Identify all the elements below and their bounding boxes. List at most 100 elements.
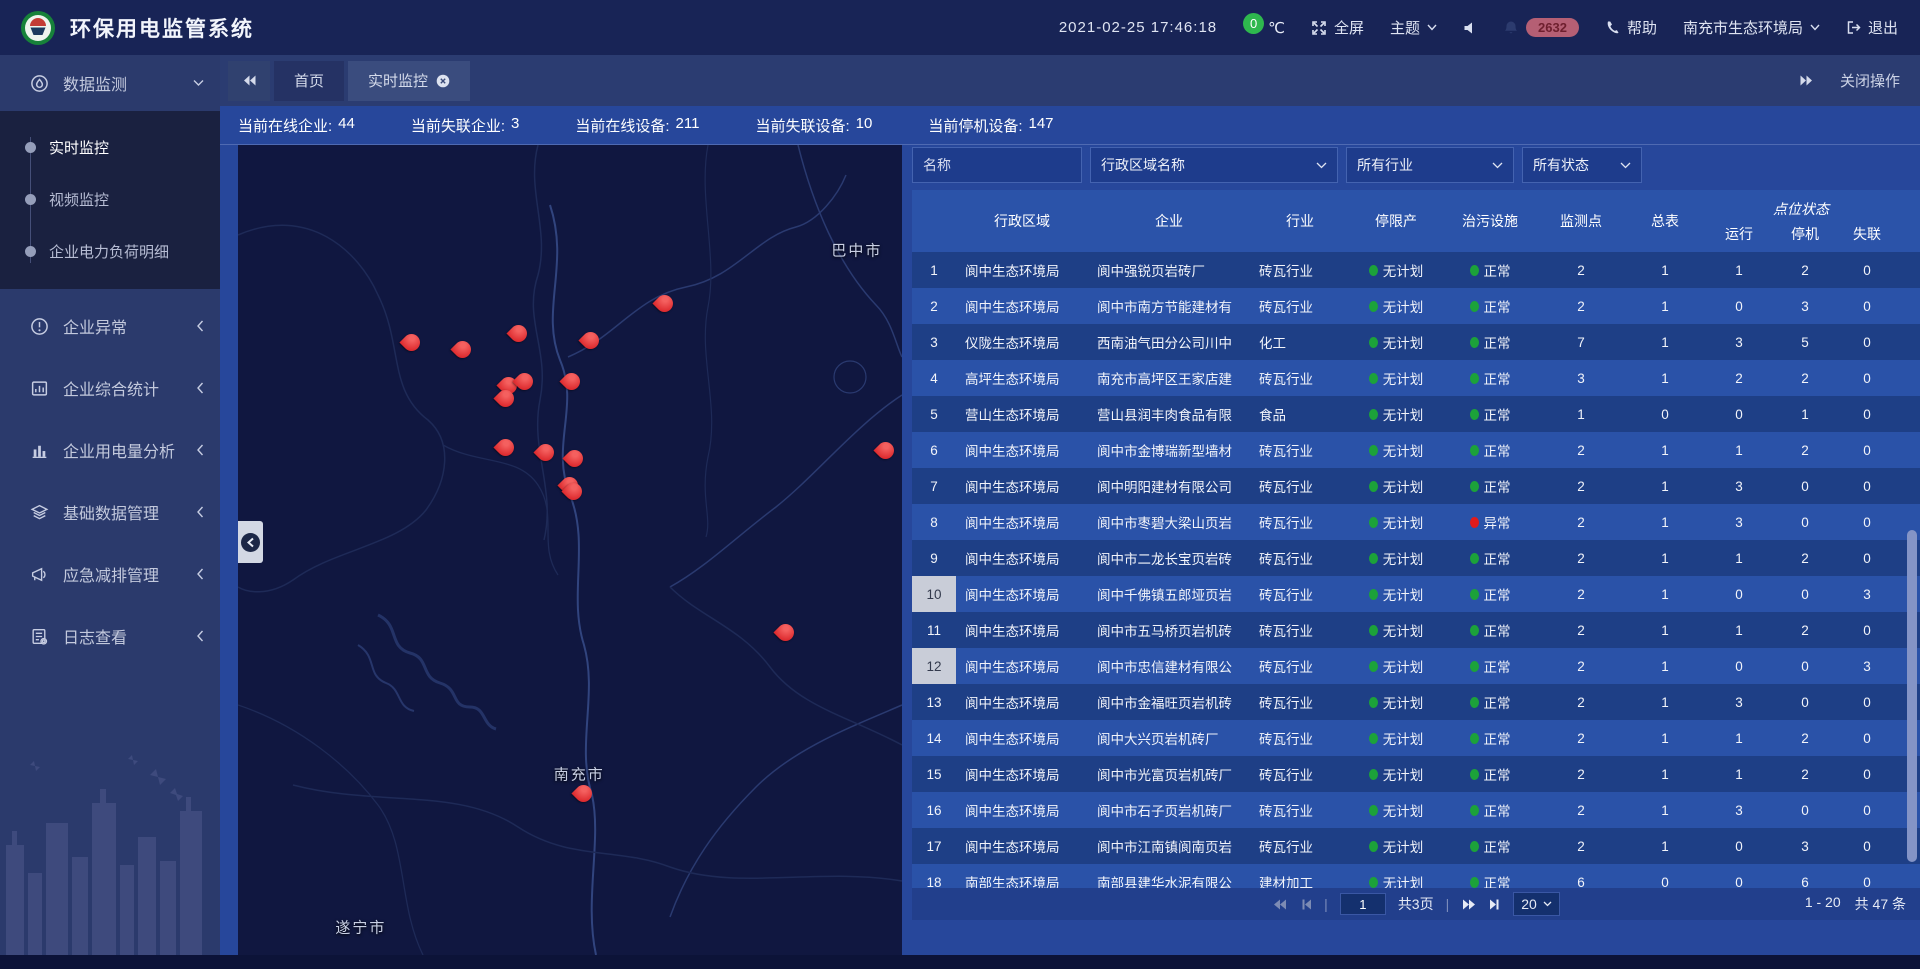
name-search-input[interactable] xyxy=(912,147,1082,183)
table-row[interactable]: 11 阆中生态环境局 阆中市五马桥页岩机砖 砖瓦行业 无计划 正常 2 1 1 … xyxy=(912,612,1920,648)
map-marker[interactable] xyxy=(582,332,599,356)
page-number-input[interactable] xyxy=(1340,893,1386,915)
sidebar-item-enterprise-statistics[interactable]: 企业综合统计 xyxy=(0,357,220,419)
notifications-button[interactable]: 2632 xyxy=(1503,18,1579,37)
sidebar-item-base-data-management[interactable]: 基础数据管理 xyxy=(0,481,220,543)
map-marker[interactable] xyxy=(510,325,527,349)
help-button[interactable]: 帮助 xyxy=(1605,17,1657,38)
filter-bar: 行政区域名称 所有行业 所有状态 xyxy=(912,145,1920,185)
next-page-button[interactable] xyxy=(1461,898,1477,911)
map-marker[interactable] xyxy=(565,483,582,507)
tab-realtime-monitoring[interactable]: 实时监控 xyxy=(348,61,470,101)
table-row[interactable]: 16 阆中生态环境局 阆中市石子页岩机砖厂 砖瓦行业 无计划 正常 2 1 3 … xyxy=(912,792,1920,828)
sidebar-item-emergency-reduction[interactable]: 应急减排管理 xyxy=(0,543,220,605)
map-city-label: 南充市 xyxy=(554,764,605,785)
monitor-points-cell: 2 xyxy=(1538,504,1624,540)
stopped-count-cell: 0 xyxy=(1772,684,1838,720)
lost-count-cell: 0 xyxy=(1838,396,1896,432)
map-pin-icon xyxy=(562,446,586,470)
stat-value: 44 xyxy=(338,115,355,136)
table-row[interactable]: 5 营山生态环境局 营山县润丰肉食品有限 食品 无计划 正常 1 0 0 1 0 xyxy=(912,396,1920,432)
map-marker[interactable] xyxy=(656,295,673,319)
sidebar-item-power-usage-analysis[interactable]: 企业用电量分析 xyxy=(0,419,220,481)
table-row[interactable]: 18 南部生态环境局 南部县建华水泥有限公 建材加工 无计划 正常 6 0 0 … xyxy=(912,864,1920,888)
row-number-cell: 1 xyxy=(912,252,956,288)
industry-filter-select[interactable]: 所有行业 xyxy=(1346,147,1514,183)
table-row[interactable]: 4 高坪生态环境局 南充市高坪区王家店建 砖瓦行业 无计划 正常 3 1 2 2… xyxy=(912,360,1920,396)
stopped-count-cell: 0 xyxy=(1772,468,1838,504)
map-marker[interactable] xyxy=(497,439,514,463)
company-cell: 西南油气田分公司川中 xyxy=(1088,324,1250,360)
map-canvas[interactable]: 巴中市南充市遂宁市 xyxy=(238,145,902,955)
app-header: 环保用电监管系统 2021-02-25 17:46:18 0 ℃ 全屏 主题 xyxy=(0,0,1920,55)
table-row[interactable]: 9 阆中生态环境局 阆中市二龙长宝页岩砖 砖瓦行业 无计划 正常 2 1 1 2… xyxy=(912,540,1920,576)
table-row[interactable]: 2 阆中生态环境局 阆中市南方节能建材有 砖瓦行业 无计划 正常 2 1 0 3… xyxy=(912,288,1920,324)
table-row[interactable]: 14 阆中生态环境局 阆中大兴页岩机砖厂 砖瓦行业 无计划 正常 2 1 1 2… xyxy=(912,720,1920,756)
gutter-cell xyxy=(1896,468,1920,504)
double-chevron-right-icon[interactable] xyxy=(1799,74,1814,87)
table-row[interactable]: 12 阆中生态环境局 阆中市忠信建材有限公 砖瓦行业 无计划 正常 2 1 0 … xyxy=(912,648,1920,684)
row-number-cell: 12 xyxy=(912,648,956,684)
sidebar-item-realtime-monitoring[interactable]: 实时监控 xyxy=(0,121,220,173)
map-marker[interactable] xyxy=(777,624,794,648)
chevron-left-icon xyxy=(196,320,204,332)
table-row[interactable]: 17 阆中生态环境局 阆中市江南镇阆南页岩 砖瓦行业 无计划 正常 2 1 0 … xyxy=(912,828,1920,864)
map-marker[interactable] xyxy=(454,341,471,365)
sidebar-item-enterprise-abnormal[interactable]: 企业异常 xyxy=(0,295,220,357)
prev-page-button[interactable] xyxy=(1300,898,1312,911)
page-size-select[interactable]: 20 xyxy=(1513,892,1560,916)
company-cell: 阆中市枣碧大梁山页岩 xyxy=(1088,504,1250,540)
table-row[interactable]: 8 阆中生态环境局 阆中市枣碧大梁山页岩 砖瓦行业 无计划 异常 2 1 3 0… xyxy=(912,504,1920,540)
theme-menu[interactable]: 主题 xyxy=(1390,17,1437,38)
sidebar-item-video-monitoring[interactable]: 视频监控 xyxy=(0,173,220,225)
map-marker[interactable] xyxy=(566,450,583,474)
treatment-status-cell: 正常 xyxy=(1442,468,1538,504)
map-marker[interactable] xyxy=(537,444,554,468)
treatment-status-cell: 正常 xyxy=(1442,288,1538,324)
tabs-scroll-left-button[interactable] xyxy=(228,61,270,101)
map-marker[interactable] xyxy=(497,390,514,414)
map-collapse-button[interactable] xyxy=(238,521,263,563)
column-header-no xyxy=(912,190,956,252)
fullscreen-label: 全屏 xyxy=(1334,17,1364,38)
sidebar-item-data-monitoring[interactable]: 数据监测 xyxy=(0,55,220,111)
stopped-count-cell: 2 xyxy=(1772,720,1838,756)
table-row[interactable]: 13 阆中生态环境局 阆中市金福旺页岩机砖 砖瓦行业 无计划 正常 2 1 3 … xyxy=(912,684,1920,720)
sidebar-item-power-load-detail[interactable]: 企业电力负荷明细 xyxy=(0,225,220,277)
table-scrollbar-thumb[interactable] xyxy=(1907,530,1917,862)
map-marker[interactable] xyxy=(575,785,592,809)
temperature-indicator: 0 ℃ xyxy=(1243,19,1285,37)
status-dot-icon xyxy=(1470,625,1479,636)
map-marker[interactable] xyxy=(403,334,420,358)
map-pin-icon xyxy=(559,369,583,393)
status-dot-icon xyxy=(1470,373,1479,384)
limit-production-cell: 无计划 xyxy=(1350,504,1442,540)
tab-home[interactable]: 首页 xyxy=(274,61,344,101)
status-filter-select[interactable]: 所有状态 xyxy=(1522,147,1642,183)
last-page-button[interactable] xyxy=(1489,898,1501,911)
table-row[interactable]: 10 阆中生态环境局 阆中千佛镇五郎垭页岩 砖瓦行业 无计划 正常 2 1 0 … xyxy=(912,576,1920,612)
region-filter-select[interactable]: 行政区域名称 xyxy=(1090,147,1338,183)
first-page-button[interactable] xyxy=(1272,898,1288,911)
table-row[interactable]: 6 阆中生态环境局 阆中市金博瑞新型墙材 砖瓦行业 无计划 正常 2 1 1 2… xyxy=(912,432,1920,468)
close-operations-button[interactable]: 关闭操作 xyxy=(1840,70,1900,91)
map-marker[interactable] xyxy=(877,442,894,466)
total-meter-cell: 0 xyxy=(1624,396,1706,432)
running-count-cell: 0 xyxy=(1706,576,1772,612)
table-row[interactable]: 7 阆中生态环境局 阆中明阳建材有限公司 砖瓦行业 无计划 正常 2 1 3 0… xyxy=(912,468,1920,504)
map-marker[interactable] xyxy=(516,373,533,397)
fullscreen-button[interactable]: 全屏 xyxy=(1311,17,1364,38)
sidebar-item-log-view[interactable]: 日志查看 xyxy=(0,605,220,667)
table-row[interactable]: 15 阆中生态环境局 阆中市光富页岩机砖厂 砖瓦行业 无计划 正常 2 1 1 … xyxy=(912,756,1920,792)
table-row[interactable]: 3 仪陇生态环境局 西南油气田分公司川中 化工 无计划 正常 7 1 3 5 0 xyxy=(912,324,1920,360)
voice-broadcast-button[interactable] xyxy=(1463,21,1477,35)
logout-button[interactable]: 退出 xyxy=(1846,17,1898,38)
user-org-menu[interactable]: 南充市生态环境局 xyxy=(1683,17,1820,38)
status-dot-icon xyxy=(1470,877,1479,888)
status-dot-icon xyxy=(1369,877,1378,888)
tab-close-icon[interactable] xyxy=(436,74,450,88)
map-marker[interactable] xyxy=(563,373,580,397)
region-cell: 阆中生态环境局 xyxy=(956,468,1088,504)
table-row[interactable]: 1 阆中生态环境局 阆中强锐页岩砖厂 砖瓦行业 无计划 正常 2 1 1 2 0 xyxy=(912,252,1920,288)
chevron-left-circle-icon xyxy=(241,533,260,552)
